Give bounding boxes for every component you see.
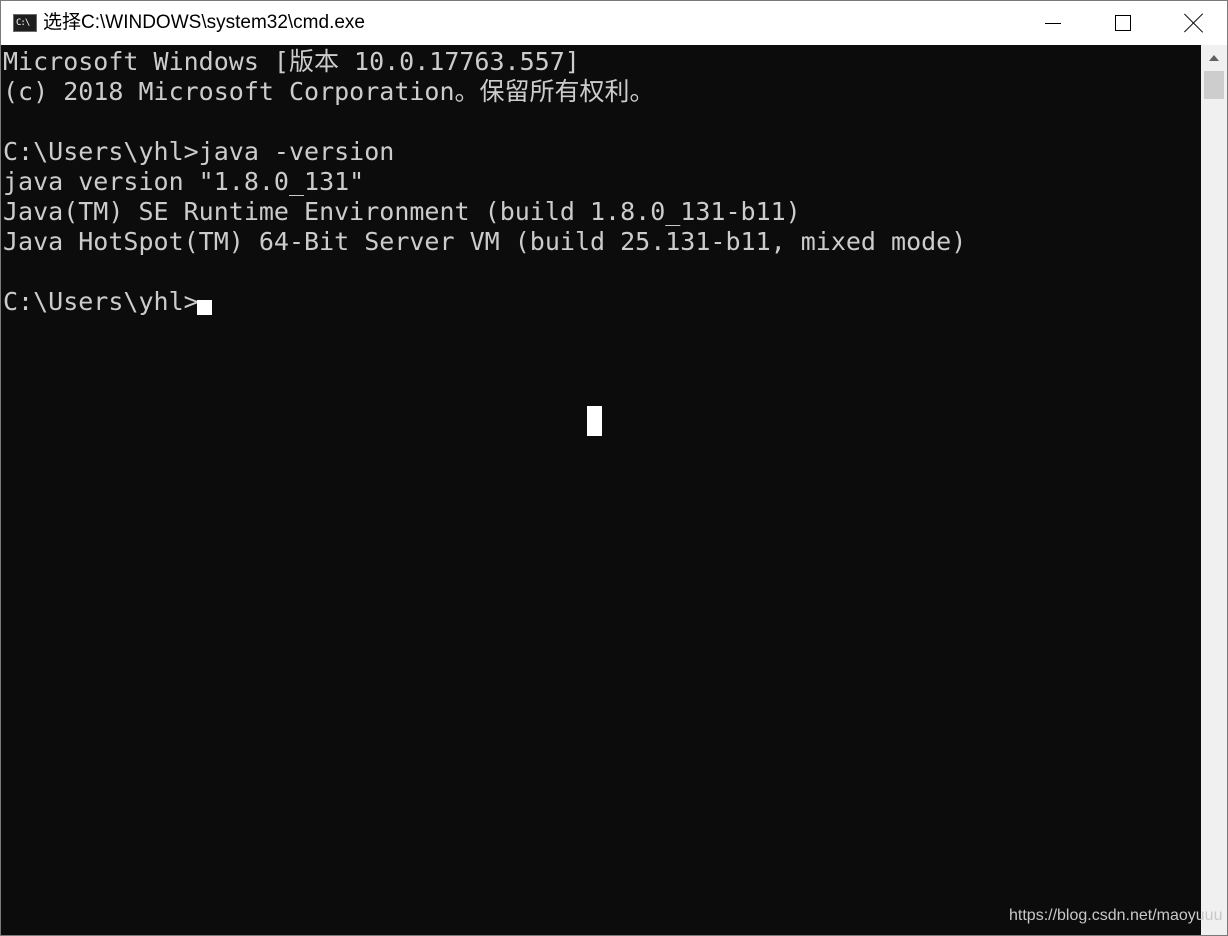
minimize-button[interactable]	[1017, 1, 1087, 45]
cmd-window: C:\ 选择C:\WINDOWS\system32\cmd.exe Micros…	[0, 0, 1228, 936]
close-icon	[1184, 13, 1204, 33]
console-line: Java HotSpot(TM) 64-Bit Server VM (build…	[3, 227, 967, 256]
scroll-up-button[interactable]	[1201, 45, 1227, 71]
console-line: Java(TM) SE Runtime Environment (build 1…	[3, 197, 801, 226]
console-line: java version "1.8.0_131"	[3, 167, 365, 196]
minimize-icon	[1045, 23, 1061, 24]
watermark-text: https://blog.csdn.net/maoyuuu	[1009, 907, 1223, 924]
mouse-pointer-block	[587, 406, 602, 436]
cmd-icon-glyph: C:\	[16, 18, 30, 28]
scroll-thumb[interactable]	[1204, 71, 1224, 99]
console-line: (c) 2018 Microsoft Corporation。保留所有权利。	[3, 77, 655, 106]
close-button[interactable]	[1157, 1, 1227, 45]
text-cursor	[197, 300, 212, 315]
console-prompt-line: C:\Users\yhl>	[3, 287, 199, 316]
cmd-icon[interactable]: C:\	[13, 14, 37, 32]
window-title: 选择C:\WINDOWS\system32\cmd.exe	[43, 12, 365, 33]
title-bar[interactable]: C:\ 选择C:\WINDOWS\system32\cmd.exe	[1, 1, 1227, 45]
maximize-button[interactable]	[1087, 1, 1157, 45]
console-output[interactable]: Microsoft Windows [版本 10.0.17763.557] (c…	[1, 45, 1201, 935]
console-line: Microsoft Windows [版本 10.0.17763.557]	[3, 47, 580, 76]
arrow-up-icon	[1209, 55, 1219, 61]
maximize-icon	[1115, 15, 1131, 31]
console-line: C:\Users\yhl>java -version	[3, 137, 395, 166]
vertical-scrollbar[interactable]	[1201, 45, 1227, 935]
